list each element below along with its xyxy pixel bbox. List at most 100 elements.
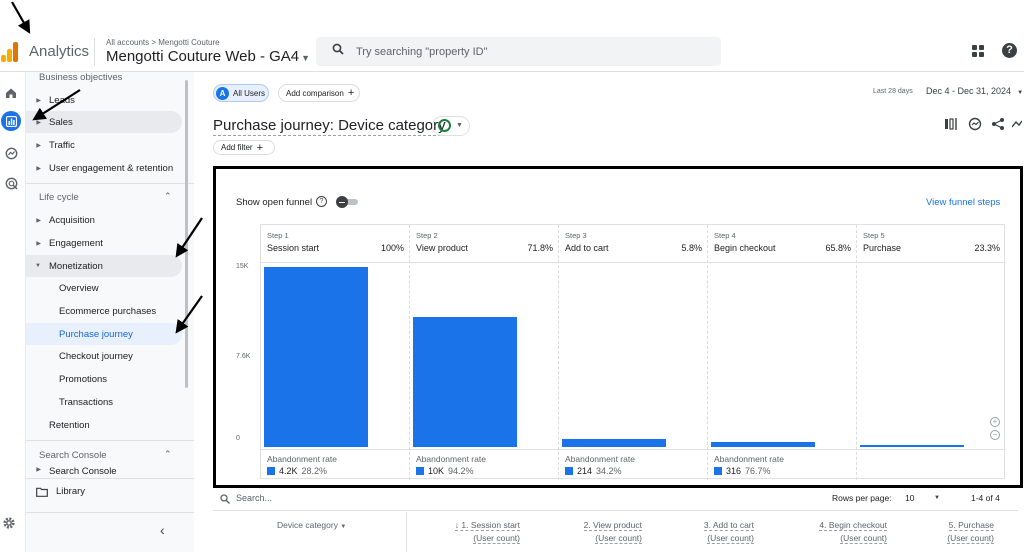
open-funnel-toggle[interactable] — [336, 196, 358, 208]
step-name: View product — [416, 243, 468, 253]
metric-column-header[interactable]: ↓ 1. Session start (User count) — [454, 520, 520, 544]
expand-triangle-icon: ▶ — [36, 119, 41, 126]
expand-triangle-icon: ▶ — [36, 467, 41, 473]
funnel-bar[interactable] — [562, 439, 666, 447]
property-selector[interactable]: Mengotti Couture Web - GA4 ▼ — [106, 48, 310, 65]
zoom-in-icon[interactable]: + — [990, 417, 1000, 427]
sidebar-item-acquisition[interactable]: ▶ Acquisition — [26, 209, 182, 231]
rows-per-page-select[interactable]: 10 — [905, 493, 914, 503]
insights-icon[interactable] — [968, 117, 982, 131]
sidebar-item-transactions[interactable]: Transactions — [26, 391, 182, 413]
advertising-icon[interactable] — [1, 173, 21, 193]
column-sub: (User count) — [473, 533, 520, 544]
funnel-step[interactable]: Step 1 Session start 100% Abandonment rate 4… — [261, 225, 410, 480]
add-filter-button[interactable]: Add filter + — [213, 140, 275, 155]
search-input[interactable] — [356, 43, 696, 60]
explore-icon[interactable] — [1, 143, 21, 163]
breadcrumb[interactable]: All accounts > Mengotti Couture — [106, 38, 220, 47]
help-circle-icon[interactable]: ? — [316, 196, 327, 207]
date-range-picker[interactable]: Dec 4 - Dec 31, 2024 ▼ — [926, 86, 1023, 96]
home-icon[interactable] — [1, 83, 21, 103]
table-search-input[interactable]: Search... — [236, 493, 272, 503]
sidebar-item-label: Leads — [49, 94, 75, 106]
sidebar-item-traffic[interactable]: ▶ Traffic — [26, 134, 182, 156]
abandonment-values: 4.2K 28.2% — [267, 466, 327, 476]
sidebar-item-sales[interactable]: ▶ Sales — [26, 111, 182, 133]
share-icon[interactable] — [991, 117, 1005, 131]
page-title: Purchase journey: Device category — [213, 117, 446, 136]
funnel-bar[interactable] — [711, 442, 815, 447]
step-name: Add to cart — [565, 243, 609, 253]
section-life-cycle[interactable]: Life cycle — [39, 192, 79, 203]
caret-down-icon: ▼ — [456, 122, 463, 129]
funnel-bar[interactable] — [413, 317, 517, 447]
top-bar: Analytics All accounts > Mengotti Coutur… — [0, 0, 1024, 72]
sidebar-item-label: Search Console — [49, 466, 117, 477]
column-name: 3. Add to cart — [703, 520, 754, 531]
trend-icon[interactable] — [1012, 117, 1022, 131]
apps-grid-icon[interactable] — [972, 45, 984, 57]
sidebar-item-checkout-journey[interactable]: Checkout journey — [26, 345, 182, 367]
sidebar-item-ecommerce-purchases[interactable]: Ecommerce purchases — [26, 300, 182, 322]
step-header: Step 1 Session start 100% — [261, 225, 410, 263]
sidebar-item-search-console[interactable]: ▶ Search Console — [26, 466, 182, 478]
settings-gear-icon[interactable] — [2, 516, 16, 530]
sidebar-item-leads[interactable]: ▶ Leads — [26, 89, 182, 111]
segment-chip-all-users[interactable]: A All Users — [213, 84, 269, 102]
step-percent: 5.8% — [681, 243, 702, 253]
sidebar-item-user-engagement[interactable]: ▶ User engagement & retention — [26, 157, 182, 179]
section-search-console[interactable]: Search Console — [39, 450, 107, 461]
abandonment-box-empty — [857, 449, 1006, 480]
sidebar-item-purchase-journey[interactable]: Purchase journey — [26, 323, 182, 345]
caret-down-icon[interactable]: ▼ — [934, 495, 940, 501]
plus-icon: + — [347, 87, 355, 99]
reports-icon[interactable] — [1, 111, 21, 131]
column-sub: (User count) — [595, 533, 642, 544]
sidebar-item-label: Sales — [49, 116, 73, 128]
sidebar-item-engagement[interactable]: ▶ Engagement — [26, 232, 182, 254]
column-name: ↓ 1. Session start — [454, 520, 520, 531]
library-link[interactable]: Library — [36, 486, 85, 497]
abandonment-count: 10K — [428, 466, 445, 476]
date-range-label: Last 28 days — [873, 88, 913, 95]
abandonment-box: Abandonment rate 316 76.7% — [708, 449, 857, 480]
sidebar-item-promotions[interactable]: Promotions — [26, 368, 182, 390]
abandonment-values: 316 76.7% — [714, 466, 771, 476]
sidebar-item-retention[interactable]: Retention — [26, 414, 182, 436]
funnel-step[interactable]: Step 3 Add to cart 5.8% Abandonment rate 214… — [559, 225, 708, 480]
step-percent: 23.3% — [974, 243, 1000, 253]
pagination-label: 1-4 of 4 — [971, 493, 1000, 503]
legend-swatch — [267, 467, 275, 475]
chevron-up-icon[interactable]: ⌃ — [164, 449, 172, 460]
funnel-bar[interactable] — [860, 445, 964, 447]
sidebar-item-monetization[interactable]: ▼ Monetization — [26, 255, 182, 277]
help-icon[interactable]: ? — [1002, 43, 1017, 58]
metric-column-header[interactable]: 5. Purchase (User count) — [947, 520, 994, 544]
compare-columns-icon[interactable] — [944, 117, 958, 131]
table-search-icon — [220, 494, 230, 504]
dimension-column-header[interactable]: Device category ▼ — [277, 520, 346, 530]
search-bar[interactable] — [316, 37, 721, 66]
collapse-sidebar-chevron-icon[interactable]: ‹ — [160, 522, 165, 538]
sidebar-scrollbar[interactable] — [185, 80, 188, 388]
chevron-up-icon[interactable]: ⌃ — [164, 191, 172, 202]
funnel-step[interactable]: Step 2 View product 71.8% Abandonment rate 1… — [410, 225, 559, 480]
date-range-value: Dec 4 - Dec 31, 2024 — [926, 86, 1012, 96]
funnel-bar[interactable] — [264, 267, 368, 447]
funnel-step[interactable]: Step 5 Purchase 23.3% — [857, 225, 1006, 480]
add-comparison-button[interactable]: Add comparison + — [278, 84, 360, 102]
funnel-step[interactable]: Step 4 Begin checkout 65.8% Abandonment rat… — [708, 225, 857, 480]
analytics-logo-icon[interactable] — [1, 40, 19, 62]
metric-column-header[interactable]: 2. View product (User count) — [583, 520, 642, 544]
abandonment-label: Abandonment rate — [267, 454, 337, 464]
view-funnel-steps-link[interactable]: View funnel steps — [926, 197, 1000, 208]
section-business-objectives[interactable]: Business objectives — [39, 72, 122, 83]
plus-icon: + — [256, 141, 264, 154]
app-name[interactable]: Analytics — [29, 43, 89, 60]
sidebar-item-overview[interactable]: Overview — [26, 277, 182, 299]
metric-column-header[interactable]: 3. Add to cart (User count) — [703, 520, 754, 544]
folder-icon — [36, 487, 48, 497]
legend-swatch — [714, 467, 722, 475]
zoom-out-icon[interactable]: − — [990, 430, 1000, 440]
metric-column-header[interactable]: 4. Begin checkout (User count) — [819, 520, 887, 544]
